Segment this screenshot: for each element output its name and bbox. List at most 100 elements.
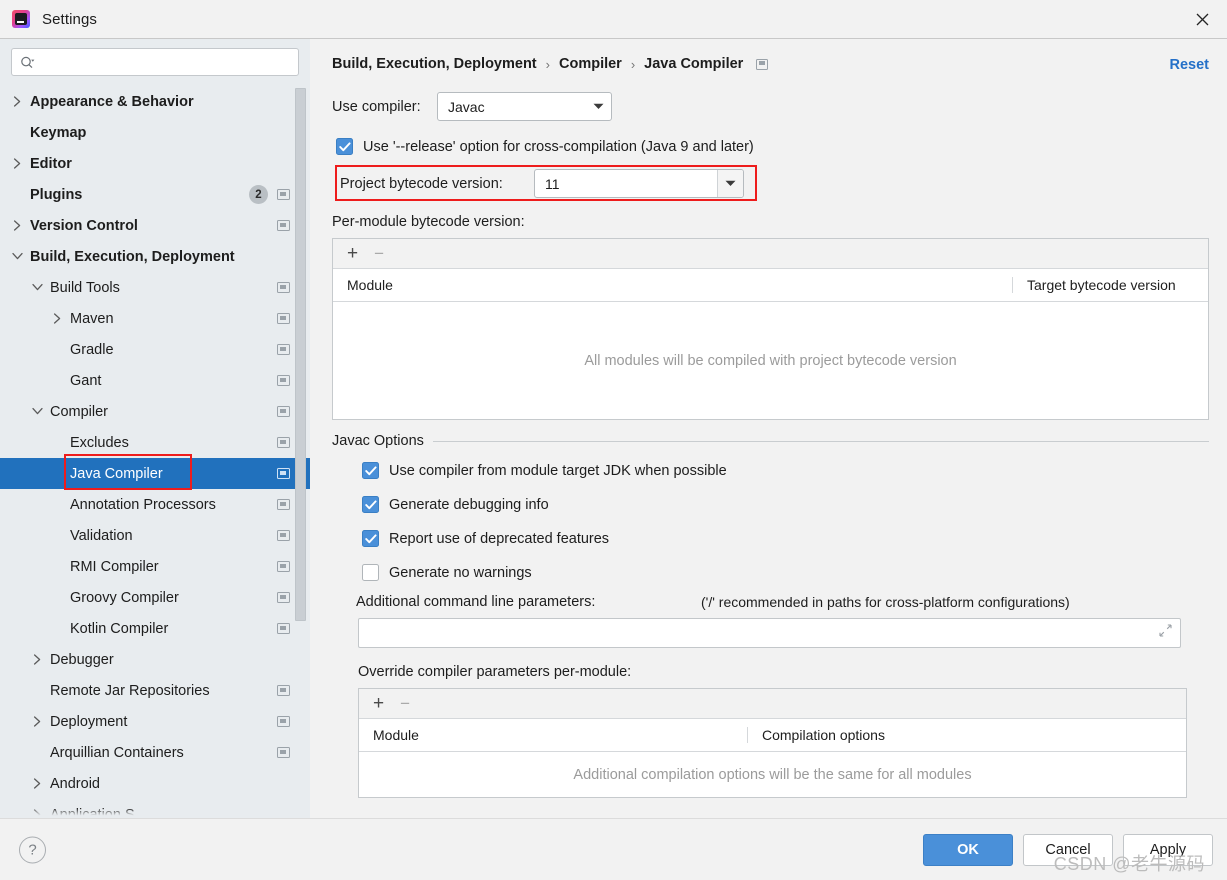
search-box[interactable] xyxy=(11,48,299,76)
chevron-right-icon[interactable] xyxy=(10,219,24,233)
breadcrumb-item-0[interactable]: Build, Execution, Deployment xyxy=(332,56,537,72)
sidebar-item-gradle[interactable]: Gradle xyxy=(0,334,310,365)
search-input[interactable] xyxy=(35,53,290,71)
sidebar-item-label: Gant xyxy=(70,372,102,389)
chevron-down-icon[interactable] xyxy=(30,405,44,419)
sidebar-item-build-tools[interactable]: Build Tools xyxy=(0,272,310,303)
use-module-jdk-compiler-checkbox[interactable] xyxy=(362,462,379,479)
sidebar-item-maven[interactable]: Maven xyxy=(0,303,310,334)
sidebar-item-java-compiler[interactable]: Java Compiler xyxy=(0,458,310,489)
project-config-icon[interactable] xyxy=(277,468,290,479)
sidebar-item-arquillian-containers[interactable]: Arquillian Containers xyxy=(0,737,310,768)
project-config-icon[interactable] xyxy=(277,282,290,293)
sidebar-item-editor[interactable]: Editor xyxy=(0,148,310,179)
ok-button[interactable]: OK xyxy=(923,833,1013,866)
project-config-icon[interactable] xyxy=(277,220,290,231)
column-header-module[interactable]: Module xyxy=(359,727,747,743)
sidebar-item-application-s[interactable]: Application S xyxy=(0,799,310,818)
breadcrumb-item-1[interactable]: Compiler xyxy=(559,56,622,72)
dialog-body: Appearance & Behavior Keymap Editor Plugins… xyxy=(0,38,1227,818)
minus-icon[interactable]: − xyxy=(374,245,384,262)
chevron-right-icon[interactable] xyxy=(30,715,44,729)
chevron-down-icon[interactable] xyxy=(10,250,24,264)
release-option-row[interactable]: Use '--release' option for cross-compila… xyxy=(336,138,1209,155)
sidebar-item-label: Remote Jar Repositories xyxy=(50,682,210,699)
javac-option-row-2[interactable]: Report use of deprecated features xyxy=(362,530,1209,547)
sidebar-item-validation[interactable]: Validation xyxy=(0,520,310,551)
additional-params-field[interactable] xyxy=(358,618,1181,648)
project-config-icon[interactable] xyxy=(756,58,769,70)
chevron-right-icon[interactable] xyxy=(50,312,64,326)
plus-icon[interactable]: + xyxy=(347,244,358,263)
project-config-icon[interactable] xyxy=(277,499,290,510)
expand-icon[interactable] xyxy=(1159,624,1172,642)
column-header-compilation-options[interactable]: Compilation options xyxy=(747,727,1186,743)
sidebar-item-groovy-compiler[interactable]: Groovy Compiler xyxy=(0,582,310,613)
generate-no-warnings-checkbox[interactable] xyxy=(362,564,379,581)
chevron-right-icon[interactable] xyxy=(30,777,44,791)
column-header-target-bytecode[interactable]: Target bytecode version xyxy=(1012,277,1208,293)
sidebar-item-compiler[interactable]: Compiler xyxy=(0,396,310,427)
column-header-module[interactable]: Module xyxy=(333,277,1012,293)
chevron-right-icon[interactable] xyxy=(30,808,44,818)
sidebar-scrollbar[interactable] xyxy=(295,84,306,818)
project-config-icon[interactable] xyxy=(277,685,290,696)
cancel-button[interactable]: Cancel xyxy=(1023,833,1113,866)
minus-icon[interactable]: − xyxy=(400,695,410,712)
sidebar-item-appearance-behavior[interactable]: Appearance & Behavior xyxy=(0,86,310,117)
chevron-down-icon[interactable] xyxy=(717,170,743,197)
project-bytecode-value: 11 xyxy=(545,175,560,192)
project-config-icon[interactable] xyxy=(277,313,290,324)
plus-icon[interactable]: + xyxy=(373,694,384,713)
report-deprecated-features-checkbox[interactable] xyxy=(362,530,379,547)
project-config-icon[interactable] xyxy=(277,623,290,634)
sidebar-item-android[interactable]: Android xyxy=(0,768,310,799)
sidebar-item-annotation-processors[interactable]: Annotation Processors xyxy=(0,489,310,520)
close-icon[interactable] xyxy=(1189,6,1215,32)
sidebar-item-label: Application S xyxy=(50,806,135,819)
reset-link[interactable]: Reset xyxy=(1170,57,1210,73)
javac-options-title: Javac Options xyxy=(332,433,424,449)
project-config-icon[interactable] xyxy=(277,716,290,727)
help-icon[interactable]: ? xyxy=(19,836,46,863)
sidebar-item-version-control[interactable]: Version Control xyxy=(0,210,310,241)
sidebar-item-remote-jar-repositories[interactable]: Remote Jar Repositories xyxy=(0,675,310,706)
project-config-icon[interactable] xyxy=(277,530,290,541)
generate-debugging-info-checkbox[interactable] xyxy=(362,496,379,513)
use-compiler-select[interactable]: Javac xyxy=(437,92,612,121)
project-config-icon[interactable] xyxy=(277,561,290,572)
chevron-down-icon[interactable] xyxy=(30,281,44,295)
project-config-icon[interactable] xyxy=(277,437,290,448)
project-config-icon[interactable] xyxy=(277,592,290,603)
sidebar-item-excludes[interactable]: Excludes xyxy=(0,427,310,458)
settings-tree[interactable]: Appearance & Behavior Keymap Editor Plugins… xyxy=(0,84,310,818)
project-config-icon[interactable] xyxy=(277,375,290,386)
chevron-right-icon[interactable] xyxy=(30,653,44,667)
javac-option-row-3[interactable]: Generate no warnings xyxy=(362,564,1209,581)
chevron-right-icon[interactable] xyxy=(10,95,24,109)
sidebar-item-keymap[interactable]: Keymap xyxy=(0,117,310,148)
apply-button[interactable]: Apply xyxy=(1123,833,1213,866)
javac-option-label-3: Generate no warnings xyxy=(389,564,532,581)
javac-option-row-0[interactable]: Use compiler from module target JDK when… xyxy=(362,462,1209,479)
sidebar-item-kotlin-compiler[interactable]: Kotlin Compiler xyxy=(0,613,310,644)
search-icon xyxy=(20,56,35,69)
project-config-icon[interactable] xyxy=(277,189,290,200)
sidebar-item-gant[interactable]: Gant xyxy=(0,365,310,396)
sidebar-item-deployment[interactable]: Deployment xyxy=(0,706,310,737)
sidebar-item-plugins[interactable]: Plugins 2 xyxy=(0,179,310,210)
sidebar-scrollbar-thumb[interactable] xyxy=(295,88,306,621)
sidebar-item-rmi-compiler[interactable]: RMI Compiler xyxy=(0,551,310,582)
sidebar-item-build-execution-deployment[interactable]: Build, Execution, Deployment xyxy=(0,241,310,272)
project-config-icon[interactable] xyxy=(277,344,290,355)
additional-params-input[interactable] xyxy=(359,625,1180,641)
sidebar-item-debugger[interactable]: Debugger xyxy=(0,644,310,675)
javac-option-row-1[interactable]: Generate debugging info xyxy=(362,496,1209,513)
project-bytecode-select[interactable]: 11 xyxy=(534,169,744,198)
project-config-icon[interactable] xyxy=(277,747,290,758)
release-option-checkbox[interactable] xyxy=(336,138,353,155)
chevron-right-icon[interactable] xyxy=(10,157,24,171)
project-config-icon[interactable] xyxy=(277,406,290,417)
project-bytecode-row: Project bytecode version: 11 xyxy=(332,169,1209,198)
